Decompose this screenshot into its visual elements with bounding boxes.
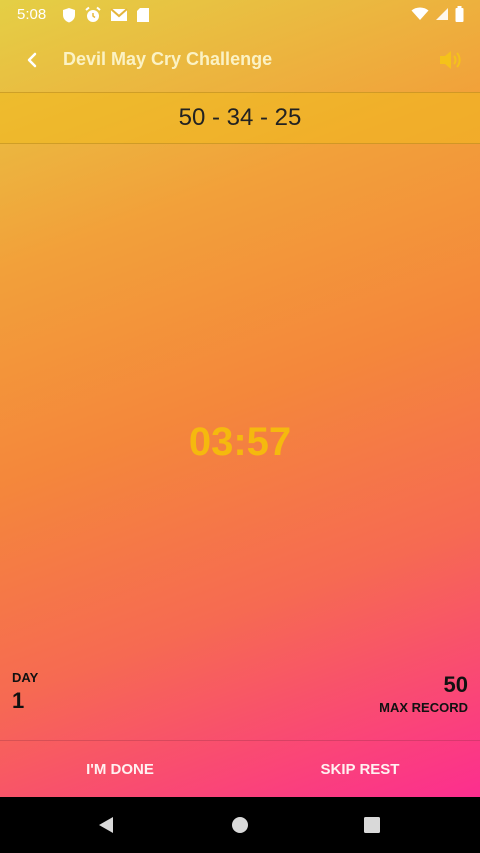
nav-home-button[interactable] xyxy=(227,812,253,838)
sd-card-icon xyxy=(137,8,149,22)
wifi-icon xyxy=(411,7,429,20)
signal-icon xyxy=(436,8,448,20)
sets-bar: 50 - 34 - 25 xyxy=(0,92,480,144)
shield-icon xyxy=(63,8,75,23)
app-bar: Devil May Cry Challenge xyxy=(0,30,480,92)
notification-icons xyxy=(62,6,150,24)
gmail-icon xyxy=(110,8,128,21)
battery-icon xyxy=(455,6,464,22)
page-title: Devil May Cry Challenge xyxy=(63,49,273,69)
app-screen: 5:08 Devil May Cry Challenge 50 - 34 - 2… xyxy=(0,0,480,797)
max-record-label: MAX RECORD xyxy=(379,700,468,715)
triangle-back-icon xyxy=(99,817,113,833)
sets-sequence: 50 - 34 - 25 xyxy=(178,104,302,131)
rest-timer: 03:57 xyxy=(188,420,292,464)
back-button[interactable] xyxy=(18,46,46,74)
square-recents-icon xyxy=(364,817,380,833)
sound-toggle-button[interactable] xyxy=(436,46,464,74)
nav-recents-button[interactable] xyxy=(359,812,385,838)
volume-icon xyxy=(440,51,461,69)
action-bar: I'M DONE SKIP REST xyxy=(0,740,480,797)
max-record-value: 50 xyxy=(443,672,468,697)
im-done-button[interactable]: I'M DONE xyxy=(0,741,240,797)
day-value: 1 xyxy=(12,688,25,713)
circle-home-icon xyxy=(232,817,248,833)
status-bar: 5:08 xyxy=(0,0,480,30)
day-label: DAY xyxy=(12,670,39,685)
nav-back-button[interactable] xyxy=(93,812,119,838)
system-icons xyxy=(411,6,464,22)
system-nav-bar xyxy=(0,797,480,853)
chevron-left-icon xyxy=(27,52,37,68)
status-time: 5:08 xyxy=(17,6,47,23)
alarm-icon xyxy=(85,6,101,22)
skip-rest-button[interactable]: SKIP REST xyxy=(240,741,480,797)
